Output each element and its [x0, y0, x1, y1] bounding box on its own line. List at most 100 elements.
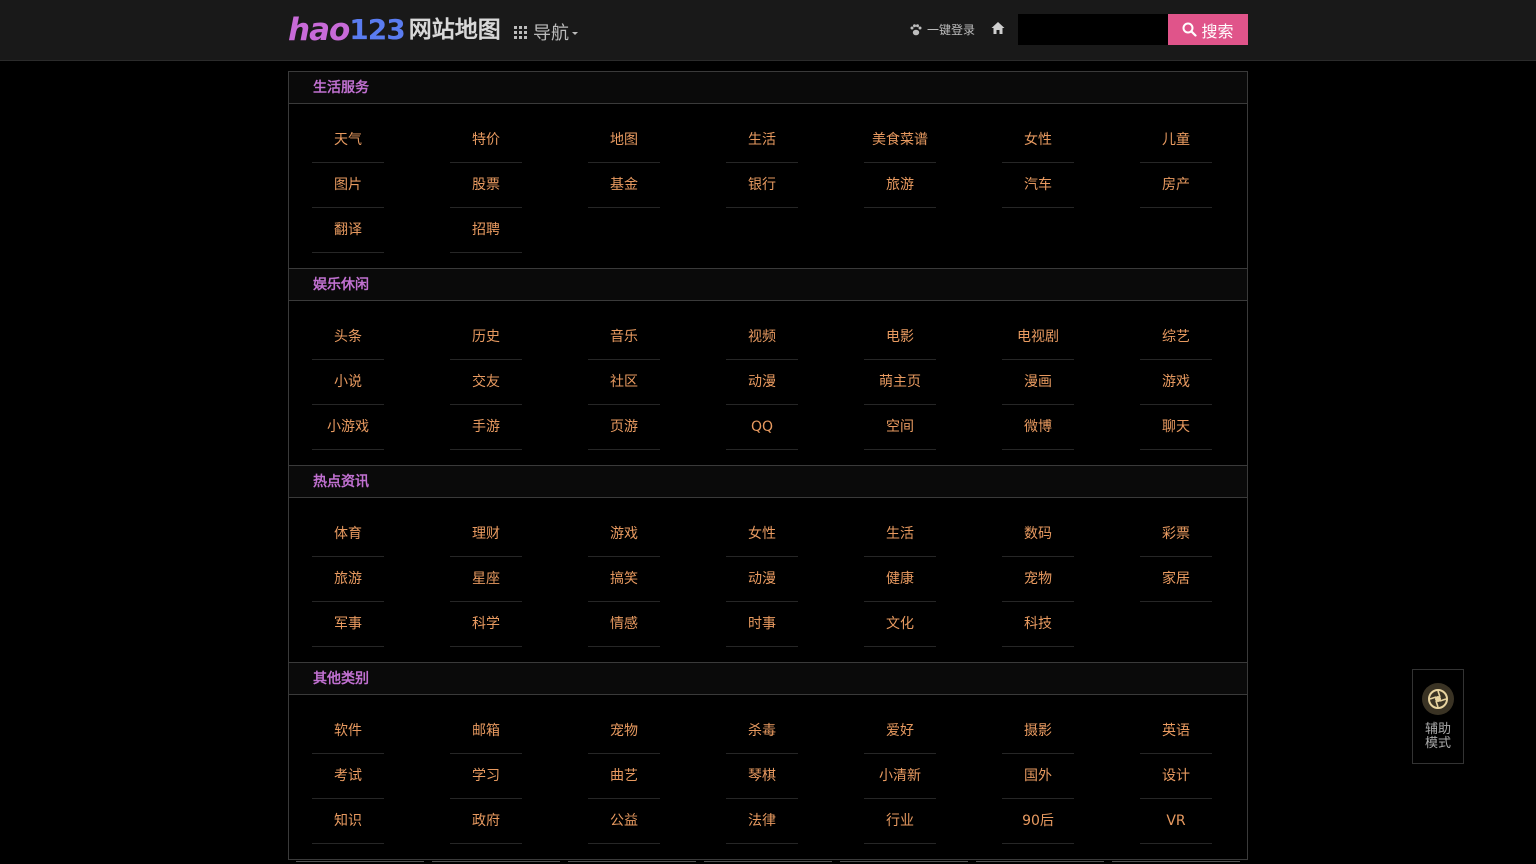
category-link[interactable]: 女性 [726, 512, 798, 557]
nav-dropdown[interactable]: 导航 [514, 19, 578, 45]
category-link[interactable]: 数码 [1002, 512, 1074, 557]
category-link[interactable]: QQ [726, 405, 798, 450]
home-button[interactable] [990, 20, 1006, 40]
category-link[interactable]: 军事 [312, 602, 384, 647]
category-link[interactable]: 美食菜谱 [864, 118, 936, 163]
category-link[interactable]: 旅游 [312, 557, 384, 602]
link-cell: 时事 [703, 602, 841, 647]
category-link[interactable]: 90后 [1002, 799, 1074, 844]
category-link[interactable]: 知识 [312, 799, 384, 844]
category-link[interactable]: 音乐 [588, 315, 660, 360]
category-link[interactable]: 动漫 [726, 360, 798, 405]
category-link[interactable]: 游戏 [588, 512, 660, 557]
category-link[interactable]: 杀毒 [726, 709, 798, 754]
category-link[interactable]: 国外 [1002, 754, 1074, 799]
category-link[interactable]: 摄影 [1002, 709, 1074, 754]
category-link[interactable]: 翻译 [312, 208, 384, 253]
category-link[interactable]: 宠物 [588, 709, 660, 754]
category-link[interactable]: 科技 [1002, 602, 1074, 647]
category-link[interactable]: 宠物 [1002, 557, 1074, 602]
category-link[interactable]: 地图 [588, 118, 660, 163]
category-link[interactable]: 生活 [726, 118, 798, 163]
category-link[interactable]: 法律 [726, 799, 798, 844]
link-cell: 微博 [979, 405, 1117, 450]
category-link[interactable]: 小说 [312, 360, 384, 405]
category-link[interactable]: 图片 [312, 163, 384, 208]
category-link[interactable]: 政府 [450, 799, 522, 844]
category-link[interactable]: 基金 [588, 163, 660, 208]
category-link[interactable]: 学习 [450, 754, 522, 799]
category-link[interactable]: VR [1140, 799, 1212, 844]
category-link[interactable]: 小游戏 [312, 405, 384, 450]
category-link[interactable]: 聊天 [1140, 405, 1212, 450]
category-link[interactable]: 琴棋 [726, 754, 798, 799]
category-link[interactable]: 游戏 [1140, 360, 1212, 405]
category-link[interactable]: 女性 [1002, 118, 1074, 163]
link-cell: 国外 [979, 754, 1117, 799]
category-link[interactable]: 软件 [312, 709, 384, 754]
category-link[interactable]: 曲艺 [588, 754, 660, 799]
category-link[interactable]: 爱好 [864, 709, 936, 754]
link-cell: 健康 [841, 557, 979, 602]
category-link[interactable]: 小清新 [864, 754, 936, 799]
category-link[interactable]: 空间 [864, 405, 936, 450]
category-link[interactable]: 房产 [1140, 163, 1212, 208]
category-link[interactable]: 时事 [726, 602, 798, 647]
category-link[interactable]: 漫画 [1002, 360, 1074, 405]
category-link[interactable]: 儿童 [1140, 118, 1212, 163]
search-button[interactable]: 搜索 [1168, 14, 1248, 45]
category-link[interactable]: 电视剧 [1002, 315, 1074, 360]
category-link[interactable]: 旅游 [864, 163, 936, 208]
category-link[interactable]: 理财 [450, 512, 522, 557]
link-cell [1117, 208, 1255, 253]
category-link[interactable]: 星座 [450, 557, 522, 602]
category-link[interactable]: 公益 [588, 799, 660, 844]
category-link[interactable]: 汽车 [1002, 163, 1074, 208]
link-cell: 动漫 [703, 557, 841, 602]
category-link[interactable]: 科学 [450, 602, 522, 647]
category-link[interactable]: 社区 [588, 360, 660, 405]
category-link[interactable]: 彩票 [1140, 512, 1212, 557]
link-cell [565, 208, 703, 253]
home-icon [991, 22, 1005, 34]
site-logo[interactable]: hao 123 网站地图 [288, 12, 501, 48]
search-icon [1182, 22, 1198, 37]
link-cell: VR [1117, 799, 1255, 844]
category-link[interactable]: 特价 [450, 118, 522, 163]
category-link[interactable]: 页游 [588, 405, 660, 450]
category-link[interactable]: 股票 [450, 163, 522, 208]
category-link[interactable]: 动漫 [726, 557, 798, 602]
category-link[interactable]: 微博 [1002, 405, 1074, 450]
category-link[interactable]: 设计 [1140, 754, 1212, 799]
category-link[interactable]: 考试 [312, 754, 384, 799]
category-link[interactable]: 招聘 [450, 208, 522, 253]
category-link[interactable]: 英语 [1140, 709, 1212, 754]
category-link[interactable]: 头条 [312, 315, 384, 360]
category-link[interactable]: 行业 [864, 799, 936, 844]
category-link[interactable]: 电影 [864, 315, 936, 360]
link-cell: 头条 [289, 315, 427, 360]
link-cell: 爱好 [841, 709, 979, 754]
category-link[interactable]: 历史 [450, 315, 522, 360]
category-link[interactable]: 搞笑 [588, 557, 660, 602]
accessibility-mode-button[interactable]: 辅助 模式 [1412, 669, 1464, 764]
category-link[interactable]: 萌主页 [864, 360, 936, 405]
link-cell [979, 208, 1117, 253]
link-cell: 曲艺 [565, 754, 703, 799]
search-input[interactable] [1018, 14, 1168, 45]
category-link[interactable]: 手游 [450, 405, 522, 450]
category-link[interactable]: 交友 [450, 360, 522, 405]
category-link[interactable]: 健康 [864, 557, 936, 602]
category-link[interactable]: 生活 [864, 512, 936, 557]
link-cell: 小清新 [841, 754, 979, 799]
category-link[interactable]: 综艺 [1140, 315, 1212, 360]
category-link[interactable]: 银行 [726, 163, 798, 208]
category-link[interactable]: 家居 [1140, 557, 1212, 602]
category-link[interactable]: 体育 [312, 512, 384, 557]
category-link[interactable]: 视频 [726, 315, 798, 360]
category-link[interactable]: 文化 [864, 602, 936, 647]
category-link[interactable]: 邮箱 [450, 709, 522, 754]
category-link[interactable]: 情感 [588, 602, 660, 647]
one-click-login[interactable]: 一键登录 [909, 21, 975, 38]
category-link[interactable]: 天气 [312, 118, 384, 163]
